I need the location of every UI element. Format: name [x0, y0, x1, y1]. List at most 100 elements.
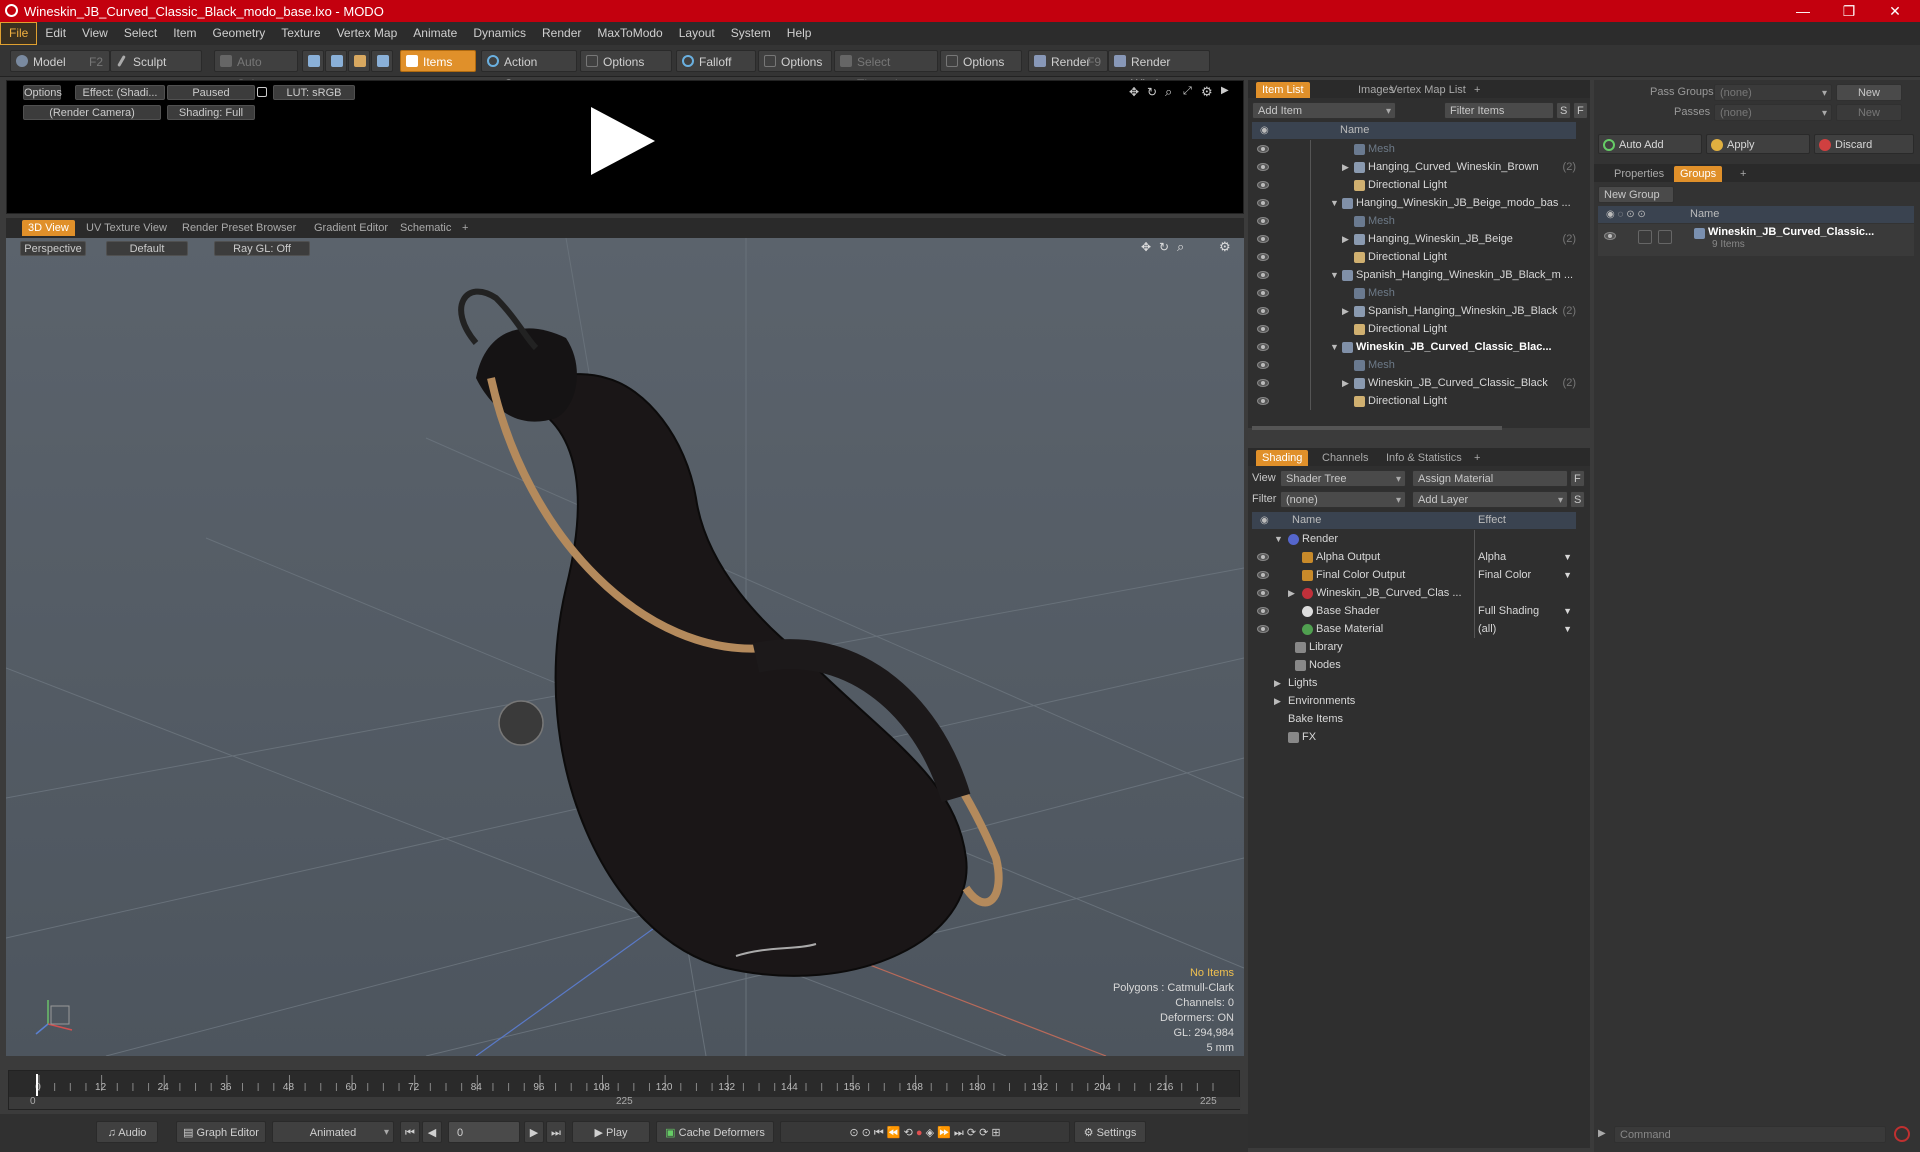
expand-arrow-icon[interactable]: ▶: [1342, 374, 1349, 392]
camera-dropdown[interactable]: (Render Camera): [23, 105, 161, 120]
lock-icon[interactable]: [257, 87, 267, 97]
visibility-eye-icon[interactable]: [1257, 571, 1269, 579]
go-start-button[interactable]: ⏮: [400, 1121, 420, 1143]
shader-tree-row[interactable]: Base Material (all) ▼: [1252, 620, 1576, 638]
shader-tree-row[interactable]: Nodes: [1252, 656, 1576, 674]
group-row[interactable]: Wineskin_JB_Curved_Classic... 9 Items: [1598, 224, 1914, 256]
effect-dropdown[interactable]: Final Color: [1478, 566, 1531, 584]
polygons-mode-button[interactable]: [348, 50, 370, 72]
menu-system[interactable]: System: [723, 23, 779, 44]
shading-tab-channels[interactable]: Channels: [1316, 450, 1374, 466]
item-list-tab-add[interactable]: +: [1468, 82, 1486, 98]
list-item[interactable]: ▶ Wineskin_JB_Curved_Classic_Black (2): [1252, 374, 1576, 392]
minimize-button[interactable]: —: [1780, 0, 1826, 22]
cache-deformers-button[interactable]: ▣ Cache Deformers: [656, 1121, 774, 1143]
close-button[interactable]: ✕: [1872, 0, 1918, 22]
list-item[interactable]: ▶ Spanish_Hanging_Wineskin_JB_Black (2): [1252, 302, 1576, 320]
preview-gear-icon[interactable]: ⚙: [1201, 84, 1213, 100]
shading-dropdown[interactable]: Shading: Full: [167, 105, 255, 120]
menu-geometry[interactable]: Geometry: [205, 23, 274, 44]
expand-arrow-icon[interactable]: ▼: [1274, 530, 1283, 548]
render-button[interactable]: Render F9: [1028, 50, 1108, 72]
shader-tree-row[interactable]: Bake Items: [1252, 710, 1576, 728]
viewport-tab-add[interactable]: +: [456, 220, 474, 236]
visibility-eye-icon[interactable]: [1257, 553, 1269, 561]
effect-dropdown-arrow-icon[interactable]: ▼: [1563, 602, 1572, 620]
visibility-eye-icon[interactable]: [1257, 361, 1269, 369]
shader-tree-row[interactable]: FX: [1252, 728, 1576, 746]
list-item[interactable]: Directional Light: [1252, 392, 1576, 410]
materials-mode-button[interactable]: [371, 50, 393, 72]
shader-tree-row[interactable]: ▶ Wineskin_JB_Curved_Clas ...: [1252, 584, 1576, 602]
preview-rotate-icon[interactable]: ↻: [1147, 85, 1157, 99]
visibility-eye-icon[interactable]: [1257, 589, 1269, 597]
assign-f-button[interactable]: F: [1570, 470, 1585, 487]
item-list-scrollbar[interactable]: [1252, 426, 1502, 430]
visibility-eye-icon[interactable]: [1257, 397, 1269, 405]
menu-vertex-map[interactable]: Vertex Map: [329, 23, 406, 44]
shader-tree-row[interactable]: ▶ Environments: [1252, 692, 1576, 710]
filter-s-button[interactable]: S: [1556, 102, 1571, 119]
add-layer-s-button[interactable]: S: [1570, 491, 1585, 508]
expand-arrow-icon[interactable]: ▶: [1274, 692, 1281, 710]
visibility-eye-icon[interactable]: [1257, 307, 1269, 315]
preview-play-icon[interactable]: [591, 107, 655, 175]
menu-maxtomodo[interactable]: MaxToModo: [589, 23, 670, 44]
raygl-dropdown[interactable]: Ray GL: Off: [214, 241, 310, 256]
vertices-mode-button[interactable]: [302, 50, 324, 72]
go-end-button[interactable]: ⏭: [546, 1121, 566, 1143]
list-item[interactable]: Mesh: [1252, 356, 1576, 374]
expand-arrow-icon[interactable]: ▶: [1288, 584, 1295, 602]
expand-arrow-icon[interactable]: ▼: [1330, 194, 1339, 212]
shader-tree-row[interactable]: Library: [1252, 638, 1576, 656]
discard-button[interactable]: Discard: [1814, 134, 1914, 154]
shading-tab-shading[interactable]: Shading: [1256, 450, 1309, 466]
3d-viewport[interactable]: Perspective Default Ray GL: Off ✥ ↻ ⌕ ⚙ …: [6, 238, 1244, 1056]
passes-dropdown[interactable]: (none): [1714, 104, 1832, 122]
list-item[interactable]: Mesh: [1252, 212, 1576, 230]
preview-effect-dropdown[interactable]: Effect: (Shadi...: [75, 85, 165, 100]
groups-tab-properties[interactable]: Properties: [1608, 166, 1670, 182]
menu-layout[interactable]: Layout: [671, 23, 723, 44]
list-item[interactable]: ▼ Wineskin_JB_Curved_Classic_Blac...: [1252, 338, 1576, 356]
viewport-zoom-icon[interactable]: ⌕: [1177, 239, 1184, 255]
menu-texture[interactable]: Texture: [273, 23, 328, 44]
command-input[interactable]: Command: [1614, 1126, 1886, 1143]
visibility-eye-icon[interactable]: [1257, 271, 1269, 279]
filter-items-field[interactable]: Filter Items: [1444, 102, 1554, 119]
item-list-tab-vertex-map-list[interactable]: Vertex Map List: [1384, 82, 1472, 98]
viewport-tab-3d-view[interactable]: 3D View: [22, 220, 75, 236]
visibility-eye-icon[interactable]: [1257, 253, 1269, 261]
action-center-button[interactable]: Action Center: [481, 50, 577, 91]
list-item[interactable]: Directional Light: [1252, 248, 1576, 266]
visibility-eye-icon[interactable]: [1257, 343, 1269, 351]
group-render-toggle[interactable]: [1638, 230, 1652, 244]
new-pass-group-button[interactable]: New: [1836, 84, 1902, 101]
next-frame-button[interactable]: ▶: [524, 1121, 544, 1143]
visibility-eye-icon[interactable]: [1257, 325, 1269, 333]
maximize-button[interactable]: ❐: [1826, 0, 1872, 22]
groups-tab-groups[interactable]: Groups: [1674, 166, 1723, 182]
default-style-dropdown[interactable]: Default: [106, 241, 188, 256]
filter-f-button[interactable]: F: [1573, 102, 1588, 119]
menu-dynamics[interactable]: Dynamics: [465, 23, 534, 44]
wineskin-model[interactable]: [458, 288, 1003, 977]
list-item[interactable]: ▼ Hanging_Wineskin_JB_Beige_modo_bas ...: [1252, 194, 1576, 212]
playhead[interactable]: [36, 1074, 38, 1096]
select-through-options-button[interactable]: Options: [940, 50, 1022, 72]
play-button[interactable]: ▶ Play: [572, 1121, 650, 1143]
select-through-button[interactable]: Select Through: [834, 50, 938, 91]
list-item[interactable]: Directional Light: [1252, 176, 1576, 194]
visibility-eye-icon[interactable]: [1257, 607, 1269, 615]
falloff-button[interactable]: Falloff: [676, 50, 756, 72]
shading-tab-info-statistics[interactable]: Info & Statistics: [1380, 450, 1468, 466]
add-item-dropdown[interactable]: Add Item: [1252, 102, 1396, 120]
menu-render[interactable]: Render: [534, 23, 589, 44]
perspective-dropdown[interactable]: Perspective: [20, 241, 86, 256]
expand-arrow-icon[interactable]: ▼: [1330, 338, 1339, 356]
expand-arrow-icon[interactable]: ▼: [1330, 266, 1339, 284]
effect-dropdown[interactable]: (all): [1478, 620, 1496, 638]
item-list-tab-item-list[interactable]: Item List: [1256, 82, 1310, 98]
viewport-tab-schematic[interactable]: Schematic: [394, 220, 457, 236]
pass-groups-dropdown[interactable]: (none): [1714, 84, 1832, 102]
